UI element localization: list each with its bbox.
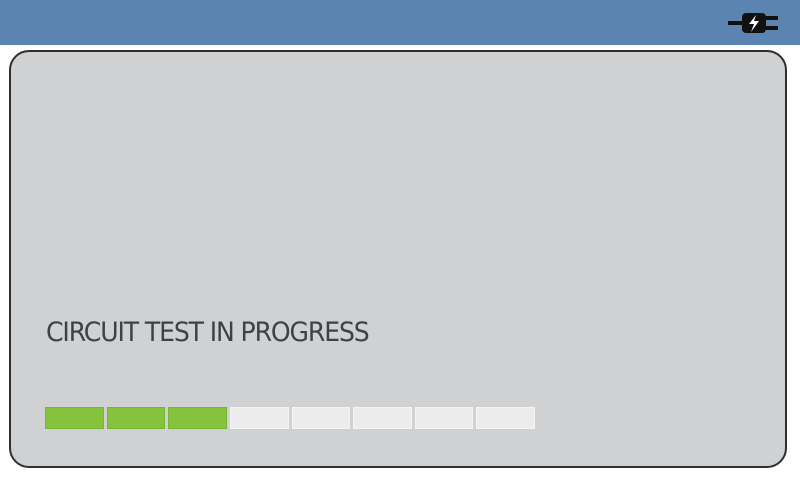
circuit-test-progress-bar xyxy=(45,407,535,429)
progress-segment-pending xyxy=(476,407,535,429)
top-status-bar xyxy=(0,0,800,45)
main-panel: CIRCUIT TEST IN PROGRESS xyxy=(9,50,787,468)
progress-segment-pending xyxy=(229,407,289,429)
circuit-test-status-label: CIRCUIT TEST IN PROGRESS xyxy=(46,317,370,348)
progress-segment-complete xyxy=(168,407,227,429)
progress-segment-pending xyxy=(414,407,474,429)
progress-segment-pending xyxy=(353,407,412,429)
progress-segment-complete xyxy=(106,407,166,429)
progress-segment-complete xyxy=(45,407,104,429)
progress-segment-pending xyxy=(291,407,351,429)
power-plug-icon xyxy=(728,13,778,33)
